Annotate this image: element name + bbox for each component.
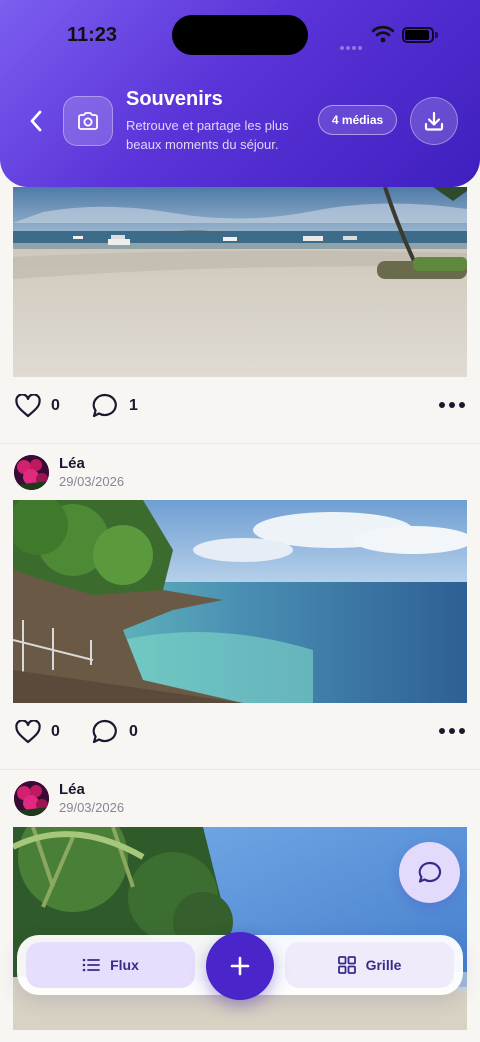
tab-flux[interactable]: Flux [26, 942, 195, 988]
post-divider [0, 443, 480, 444]
post-date: 29/03/2026 [59, 474, 125, 489]
grid-icon [337, 956, 356, 974]
dynamic-island [172, 15, 308, 55]
signal-icon [340, 37, 366, 50]
download-icon [424, 111, 444, 131]
post-actions: 0 0 [13, 717, 467, 747]
post-divider [0, 769, 480, 770]
avatar[interactable] [14, 781, 49, 816]
camera-icon [78, 112, 98, 130]
tab-flux-label: Flux [110, 957, 139, 973]
status-time: 11:23 [67, 24, 118, 46]
chat-button[interactable] [399, 842, 460, 903]
back-button[interactable] [22, 106, 50, 136]
like-button[interactable]: 0 [15, 717, 60, 747]
tab-grille[interactable]: Grille [285, 942, 454, 988]
page-subtitle: Retrouve et partage les plus beaux momen… [126, 118, 289, 152]
heart-icon [15, 394, 41, 418]
post-date: 29/03/2026 [59, 800, 125, 815]
comment-icon [92, 393, 117, 418]
tab-grille-label: Grille [365, 957, 402, 973]
more-options-button[interactable] [439, 727, 465, 735]
comment-count: 1 [129, 397, 138, 414]
status-bar: 11:23 [0, 0, 480, 70]
author-name: Léa [59, 455, 85, 472]
camera-tile [63, 96, 113, 146]
comment-button[interactable]: 1 [91, 391, 138, 421]
media-count-badge: 4 médias [318, 105, 397, 135]
comment-count: 0 [129, 723, 138, 740]
wifi-icon [372, 25, 394, 43]
add-media-button[interactable] [206, 932, 274, 1000]
download-button[interactable] [410, 97, 458, 145]
app-header: 11:23 Souvenirs Retrouve et partage les … [0, 0, 480, 187]
comment-icon [92, 719, 117, 744]
like-count: 0 [51, 397, 60, 414]
like-button[interactable]: 0 [15, 391, 60, 421]
more-horizontal-icon [439, 402, 445, 408]
heart-icon [15, 720, 41, 744]
more-options-button[interactable] [439, 401, 465, 409]
avatar[interactable] [14, 455, 49, 490]
more-horizontal-icon [439, 728, 445, 734]
post-photo[interactable] [13, 500, 467, 703]
post-actions: 0 1 [13, 391, 467, 421]
chevron-left-icon [30, 110, 42, 132]
comment-button[interactable]: 0 [91, 717, 138, 747]
post-photo[interactable] [13, 187, 467, 377]
plus-icon [230, 956, 250, 976]
like-count: 0 [51, 723, 60, 740]
author-name: Léa [59, 781, 85, 798]
chat-bubble-icon [418, 861, 441, 883]
battery-icon [402, 27, 434, 43]
list-icon [82, 958, 101, 972]
page-title: Souvenirs [126, 88, 223, 110]
